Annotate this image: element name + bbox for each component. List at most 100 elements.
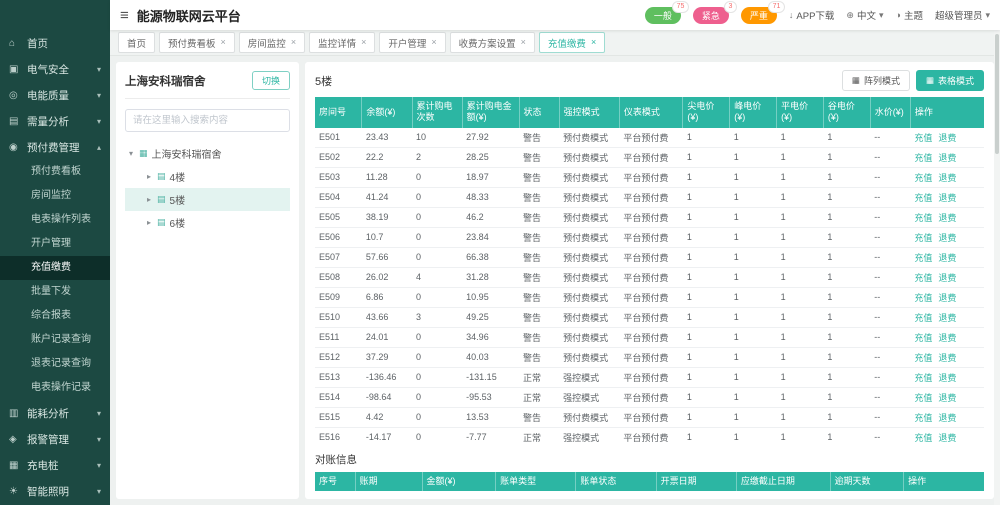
tab-房间监控[interactable]: 房间监控× [239, 32, 305, 53]
switch-building-button[interactable]: 切换 [252, 71, 290, 90]
tree-node-root[interactable]: ▾ ▦ 上海安科瑞宿舍 [125, 142, 290, 165]
recharge-link[interactable]: 充值 [914, 133, 932, 143]
tab-close-icon[interactable]: × [291, 38, 296, 47]
sidebar-subitem-退表记录查询[interactable]: 退表记录查询 [0, 352, 110, 376]
sidebar-item-智能照明[interactable]: ☀智能照明▾ [0, 478, 110, 504]
sidebar-item-报警管理[interactable]: ◈报警管理▾ [0, 426, 110, 452]
refund-link[interactable]: 退费 [938, 333, 956, 343]
sidebar-subitem-预付费看板[interactable]: 预付费看板 [0, 160, 110, 184]
refund-link[interactable]: 退费 [938, 233, 956, 243]
theme-switcher[interactable]: ◑ 主题 [896, 8, 923, 22]
sidebar-subitem-批量下发[interactable]: 批量下发 [0, 280, 110, 304]
sidebar-item-预付费管理[interactable]: ◉预付费管理▴ [0, 134, 110, 160]
sidebar-item-能耗分析[interactable]: ▥能耗分析▾ [0, 400, 110, 426]
sidebar-subitem-电表操作列表[interactable]: 电表操作列表 [0, 208, 110, 232]
scrollbar-thumb[interactable] [995, 34, 999, 154]
menu-toggle-icon[interactable]: ≡ [120, 8, 129, 23]
tab-close-icon[interactable]: × [361, 38, 366, 47]
recharge-link[interactable]: 充值 [914, 413, 932, 423]
recharge-link[interactable]: 充值 [914, 373, 932, 383]
tree-node-label: 4楼 [170, 169, 186, 184]
alarm-badge-urgent[interactable]: 紧急 3 [693, 7, 729, 24]
tab-close-icon[interactable]: × [591, 38, 596, 47]
tab-收费方案设置[interactable]: 收费方案设置× [450, 32, 535, 53]
table-cell: -98.64 [362, 387, 412, 407]
table-row: E513-136.460-131.15正常强控模式平台预付费1111--充值退费 [315, 367, 984, 387]
tree-node-4楼[interactable]: ▸▤4楼 [125, 165, 290, 188]
refund-link[interactable]: 退费 [938, 313, 956, 323]
tab-close-icon[interactable]: × [521, 38, 526, 47]
tree-search-input[interactable] [125, 109, 290, 132]
recharge-link[interactable]: 充值 [914, 273, 932, 283]
table-cell: 0 [412, 227, 462, 247]
refund-link[interactable]: 退费 [938, 173, 956, 183]
table-cell: 强控模式 [559, 367, 619, 387]
recharge-link[interactable]: 充值 [914, 213, 932, 223]
sidebar-subitem-开户管理[interactable]: 开户管理 [0, 232, 110, 256]
refund-link[interactable]: 退费 [938, 373, 956, 383]
table-row: E51043.66349.25警告预付费模式平台预付费1111--充值退费 [315, 307, 984, 327]
table-cell: 1 [823, 147, 870, 167]
recharge-link[interactable]: 充值 [914, 433, 932, 443]
view-mode-阵列模式[interactable]: ▦阵列模式 [842, 70, 910, 91]
sidebar-subitem-充值缴费[interactable]: 充值缴费 [0, 256, 110, 280]
recharge-link[interactable]: 充值 [914, 393, 932, 403]
sidebar-item-电气安全[interactable]: ▣电气安全▾ [0, 56, 110, 82]
refund-link[interactable]: 退费 [938, 393, 956, 403]
refund-link[interactable]: 退费 [938, 213, 956, 223]
alarm-badge-general[interactable]: 一般 75 [645, 7, 681, 24]
page-scrollbar[interactable] [994, 30, 1000, 505]
refund-link[interactable]: 退费 [938, 293, 956, 303]
recharge-link[interactable]: 充值 [914, 353, 932, 363]
tree-node-5楼[interactable]: ▸▤5楼 [125, 188, 290, 211]
tab-close-icon[interactable]: × [431, 38, 436, 47]
actions-cell: 充值退费 [910, 427, 984, 444]
recharge-link[interactable]: 充值 [914, 193, 932, 203]
recharge-link[interactable]: 充值 [914, 153, 932, 163]
view-mode-表格模式[interactable]: ▦表格模式 [916, 70, 984, 91]
sidebar-subitem-综合报表[interactable]: 综合报表 [0, 304, 110, 328]
table-cell: 1 [730, 327, 777, 347]
refund-link[interactable]: 退费 [938, 253, 956, 263]
sidebar-item-充电桩[interactable]: ▦充电桩▾ [0, 452, 110, 478]
refund-link[interactable]: 退费 [938, 353, 956, 363]
recharge-link[interactable]: 充值 [914, 173, 932, 183]
recharge-link[interactable]: 充值 [914, 293, 932, 303]
refund-link[interactable]: 退费 [938, 153, 956, 163]
tab-首页[interactable]: 首页 [118, 32, 155, 53]
column-header-累计购电次数: 累计购电次数 [412, 97, 462, 128]
column-header-累计购电金额(¥): 累计购电金额(¥) [462, 97, 519, 128]
sidebar-subitem-房间监控[interactable]: 房间监控 [0, 184, 110, 208]
app-download-link[interactable]: ↓ APP下载 [789, 8, 835, 22]
sidebar-item-首页[interactable]: ⌂首页 [0, 30, 110, 56]
tab-开户管理[interactable]: 开户管理× [379, 32, 445, 53]
refund-link[interactable]: 退费 [938, 413, 956, 423]
actions-cell: 充值退费 [910, 307, 984, 327]
sidebar-subitem-账户记录查询[interactable]: 账户记录查询 [0, 328, 110, 352]
recon-column-header-账期: 账期 [355, 472, 422, 491]
sidebar-item-需量分析[interactable]: ▤需量分析▾ [0, 108, 110, 134]
refund-link[interactable]: 退费 [938, 433, 956, 443]
recharge-link[interactable]: 充值 [914, 333, 932, 343]
tab-预付费看板[interactable]: 预付费看板× [159, 32, 235, 53]
recon-column-header-金额(¥): 金额(¥) [422, 472, 496, 491]
recharge-link[interactable]: 充值 [914, 253, 932, 263]
sidebar-subitem-电表操作记录[interactable]: 电表操作记录 [0, 376, 110, 400]
sidebar-item-电能质量[interactable]: ◎电能质量▾ [0, 82, 110, 108]
user-menu[interactable]: 超级管理员 ▾ [935, 8, 990, 22]
tree-node-6楼[interactable]: ▸▤6楼 [125, 211, 290, 234]
table-cell: 24.01 [362, 327, 412, 347]
refund-link[interactable]: 退费 [938, 133, 956, 143]
recharge-link[interactable]: 充值 [914, 313, 932, 323]
tree-node-label: 上海安科瑞宿舍 [152, 146, 222, 161]
refund-link[interactable]: 退费 [938, 193, 956, 203]
alarm-badge-severe[interactable]: 严重 71 [741, 7, 777, 24]
column-header-余额(¥): 余额(¥) [362, 97, 412, 128]
recharge-link[interactable]: 充值 [914, 233, 932, 243]
tab-充值缴费[interactable]: 充值缴费× [539, 32, 605, 53]
table-row: E50610.7023.84警告预付费模式平台预付费1111--充值退费 [315, 227, 984, 247]
language-switcher[interactable]: ⊕ 中文 ▾ [846, 8, 883, 22]
refund-link[interactable]: 退费 [938, 273, 956, 283]
tab-close-icon[interactable]: × [221, 38, 226, 47]
tab-监控详情[interactable]: 监控详情× [309, 32, 375, 53]
